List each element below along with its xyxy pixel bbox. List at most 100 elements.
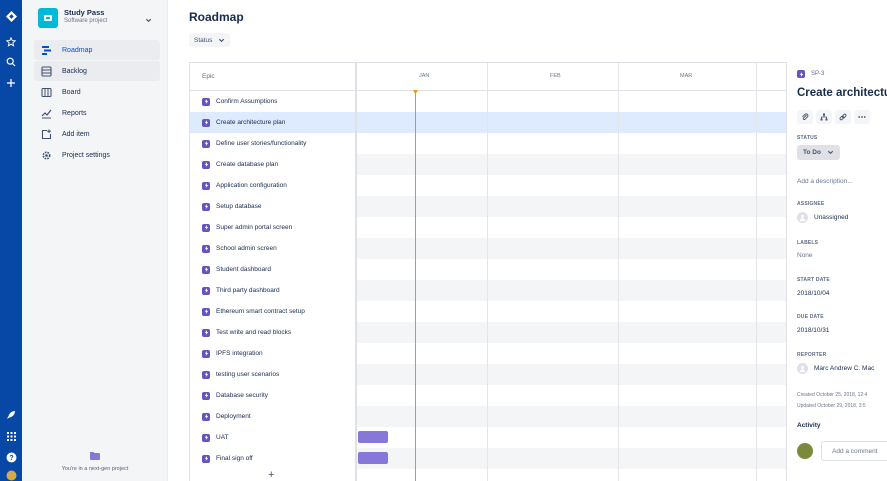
epic-timeline-bar[interactable]: [358, 452, 388, 464]
sidebar-item-reports[interactable]: Reports: [34, 103, 160, 123]
assignee-field[interactable]: Unassigned: [797, 212, 848, 223]
epic-item[interactable]: Student dashboard: [202, 263, 271, 276]
issue-actions: [797, 110, 873, 124]
epic-row[interactable]: Create architecture plan: [190, 112, 788, 133]
created-timestamp: Created October 25, 2018, 12:4: [797, 392, 868, 398]
status-filter-button[interactable]: Status: [189, 33, 231, 47]
epic-icon: [202, 118, 210, 127]
epic-item[interactable]: School admin screen: [202, 242, 277, 255]
epic-row[interactable]: Application configuration: [190, 175, 788, 196]
epic-item[interactable]: Test write and read blocks: [202, 326, 291, 339]
epic-row[interactable]: Final sign off: [190, 448, 788, 469]
timeline-cell[interactable]: [357, 133, 788, 154]
add-epic-button[interactable]: +: [268, 469, 274, 481]
link-icon[interactable]: [835, 110, 851, 124]
epic-row[interactable]: Database security: [190, 385, 788, 406]
epic-row[interactable]: Create database plan: [190, 154, 788, 175]
epic-item[interactable]: IPFS integration: [202, 347, 263, 360]
timeline-cell[interactable]: [357, 385, 788, 406]
user-avatar-icon: [797, 212, 808, 223]
epic-item[interactable]: Create architecture plan: [202, 116, 285, 129]
epic-row[interactable]: testing user scenarios: [190, 364, 788, 385]
epic-item[interactable]: Database security: [202, 389, 268, 402]
start-date-field[interactable]: 2018/10/04: [797, 290, 830, 297]
issue-key-label: SP-3: [811, 71, 825, 77]
profile-avatar[interactable]: [0, 469, 22, 481]
timeline-cell[interactable]: [357, 259, 788, 280]
labels-field[interactable]: None: [797, 252, 813, 259]
epic-icon: [202, 244, 210, 253]
description-field[interactable]: Add a description...: [797, 178, 853, 185]
chevron-down-icon[interactable]: [145, 11, 152, 29]
epic-item[interactable]: Confirm Assumptions: [202, 95, 277, 108]
epic-item[interactable]: Super admin portal screen: [202, 221, 292, 234]
epic-row[interactable]: Third party dashboard: [190, 280, 788, 301]
epic-icon: [202, 433, 210, 442]
attachment-icon[interactable]: [797, 110, 813, 124]
epic-label: Final sign off: [216, 455, 253, 462]
sidebar-item-project-settings[interactable]: Project settings: [34, 145, 160, 165]
epic-item[interactable]: Create database plan: [202, 158, 278, 171]
epic-row[interactable]: School admin screen: [190, 238, 788, 259]
timeline-cell[interactable]: [357, 427, 788, 448]
comment-input[interactable]: Add a comment: [821, 441, 887, 461]
status-dropdown[interactable]: To Do: [797, 145, 840, 160]
timeline-cell[interactable]: [357, 448, 788, 469]
epic-item[interactable]: UAT: [202, 431, 229, 444]
timeline-cell[interactable]: [357, 364, 788, 385]
next-gen-label[interactable]: You're in a next-gen project: [22, 466, 168, 472]
epic-item[interactable]: Deployment: [202, 410, 251, 423]
sidebar-item-board[interactable]: Board: [34, 82, 160, 102]
issue-title[interactable]: Create architecture plan: [797, 87, 887, 99]
jira-logo-icon[interactable]: [0, 9, 22, 23]
sidebar-item-add-item[interactable]: Add item: [34, 124, 160, 144]
epic-row[interactable]: IPFS integration: [190, 343, 788, 364]
epic-timeline-bar[interactable]: [358, 431, 388, 443]
project-switcher[interactable]: Study Pass Software project: [38, 8, 162, 28]
epic-row[interactable]: Confirm Assumptions: [190, 91, 788, 112]
epic-item[interactable]: Third party dashboard: [202, 284, 280, 297]
timeline-cell[interactable]: [357, 238, 788, 259]
search-icon[interactable]: [0, 56, 22, 68]
reporter-field[interactable]: Marc Andrew C. Mac: [797, 363, 874, 374]
epic-item[interactable]: Define user stories/functionality: [202, 137, 306, 150]
epic-row[interactable]: Student dashboard: [190, 259, 788, 280]
epic-row[interactable]: Setup database: [190, 196, 788, 217]
epic-row[interactable]: Deployment: [190, 406, 788, 427]
timeline-cell[interactable]: [357, 175, 788, 196]
epic-item[interactable]: Setup database: [202, 200, 262, 213]
epic-icon: [202, 370, 210, 379]
timeline-cell[interactable]: [357, 217, 788, 238]
reporter-label: REPORTER: [797, 352, 827, 358]
epic-row[interactable]: UAT: [190, 427, 788, 448]
timeline-cell[interactable]: [357, 91, 788, 112]
sidebar-item-roadmap[interactable]: Roadmap: [34, 40, 160, 60]
epic-item[interactable]: Final sign off: [202, 452, 253, 465]
more-icon[interactable]: [854, 110, 870, 124]
create-icon[interactable]: [0, 77, 22, 89]
child-issue-icon[interactable]: [816, 110, 832, 124]
epic-item[interactable]: Application configuration: [202, 179, 287, 192]
timeline-cell[interactable]: [357, 343, 788, 364]
sidebar-item-backlog[interactable]: Backlog: [34, 61, 160, 81]
issue-key[interactable]: SP-3: [797, 70, 824, 78]
timeline-cell[interactable]: [357, 154, 788, 175]
timeline-cell[interactable]: [357, 406, 788, 427]
rocket-icon[interactable]: [0, 409, 22, 421]
help-icon[interactable]: ?: [0, 451, 22, 463]
timeline-cell[interactable]: [357, 280, 788, 301]
epic-label: testing user scenarios: [216, 371, 280, 378]
timeline-cell[interactable]: [357, 301, 788, 322]
epic-item[interactable]: testing user scenarios: [202, 368, 279, 381]
timeline-cell[interactable]: [357, 322, 788, 343]
timeline-cell[interactable]: [357, 196, 788, 217]
epic-item[interactable]: Ethereum smart contract setup: [202, 305, 305, 318]
timeline-cell[interactable]: [357, 112, 788, 133]
epic-row[interactable]: Super admin portal screen: [190, 217, 788, 238]
epic-row[interactable]: Test write and read blocks: [190, 322, 788, 343]
due-date-field[interactable]: 2018/10/31: [797, 327, 830, 334]
app-switcher-icon[interactable]: [0, 430, 22, 442]
star-icon[interactable]: [0, 36, 22, 48]
epic-row[interactable]: Define user stories/functionality: [190, 133, 788, 154]
epic-row[interactable]: Ethereum smart contract setup: [190, 301, 788, 322]
